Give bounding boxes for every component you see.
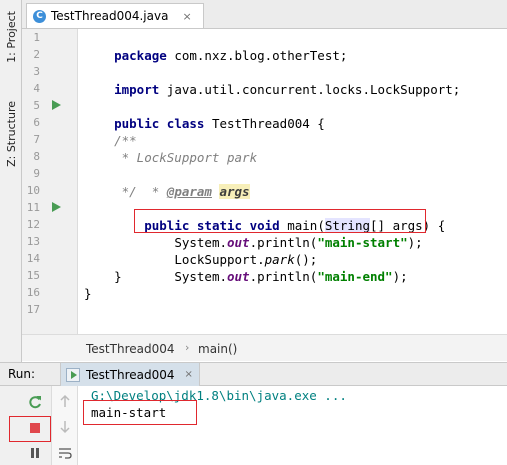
arrow-down-icon <box>60 421 70 434</box>
scroll-up-button[interactable] <box>55 391 75 411</box>
line-number: 12 <box>26 218 40 231</box>
run-tool-window-header: Run: TestThread004 × <box>0 362 507 386</box>
soft-wrap-button[interactable] <box>55 443 75 463</box>
project-tool-tab[interactable]: 1: Project <box>0 4 22 70</box>
code-line: LockSupport.park(); <box>114 252 318 267</box>
structure-tool-tab[interactable]: Z: Structure <box>0 92 22 176</box>
code-line: /** <box>84 133 137 148</box>
highlight-box <box>9 416 51 442</box>
code-line: public class TestThread004 { <box>114 116 325 131</box>
rerun-icon <box>29 396 41 409</box>
breadcrumb-class[interactable]: TestThread004 <box>86 342 175 356</box>
console-toolbar <box>52 386 78 465</box>
line-number: 6 <box>33 116 40 129</box>
line-number: 4 <box>33 82 40 95</box>
code-line: * @param args <box>114 184 250 199</box>
highlight-box <box>83 400 197 425</box>
breadcrumb-separator: › <box>185 341 190 354</box>
line-number: 13 <box>26 235 40 248</box>
left-tool-strip: 1: Project Z: Structure <box>0 0 22 362</box>
run-tab-title: TestThread004 <box>86 367 175 382</box>
highlight-box <box>134 209 426 233</box>
tab-close-icon[interactable]: × <box>182 10 191 23</box>
line-number: 11 <box>26 201 40 214</box>
line-number: 8 <box>33 150 40 163</box>
scroll-down-button[interactable] <box>55 417 75 437</box>
line-number: 5 <box>33 99 40 112</box>
project-tool-tab-label: 1: Project <box>4 11 18 63</box>
line-number: 14 <box>26 252 40 265</box>
line-number: 10 <box>26 184 40 197</box>
line-number: 15 <box>26 269 40 282</box>
pause-button[interactable] <box>25 443 45 463</box>
console-output[interactable]: G:\Develop\jdk1.8\bin\java.exe ... main-… <box>78 386 507 465</box>
arrow-up-icon <box>60 394 70 407</box>
breadcrumb-method[interactable]: main() <box>198 342 237 356</box>
line-number: 7 <box>33 133 40 146</box>
editor-tab-title: TestThread004.java <box>51 9 169 23</box>
soft-wrap-icon <box>59 448 72 459</box>
run-label: Run: <box>8 367 36 381</box>
run-main-icon[interactable] <box>52 202 61 212</box>
editor-tab[interactable]: C TestThread004.java × <box>26 3 204 28</box>
editor-tab-bar: C TestThread004.java × <box>22 0 507 29</box>
code-line: package com.nxz.blog.otherTest; <box>114 48 348 63</box>
structure-tool-tab-label: Z: Structure <box>4 101 18 167</box>
pause-icon <box>31 448 39 458</box>
code-line: import java.util.concurrent.locks.LockSu… <box>114 82 461 97</box>
code-line: } <box>84 269 122 284</box>
run-class-icon[interactable] <box>52 100 61 110</box>
run-tab-close-icon[interactable]: × <box>185 369 193 380</box>
code-line: * LockSupport park <box>84 150 258 165</box>
code-editor[interactable]: package com.nxz.blog.otherTest; import j… <box>78 29 507 334</box>
breadcrumb: TestThread004 › main() <box>22 334 507 361</box>
editor-gutter: 1 2 3 4 5 6 7 8 9 10 11 12 13 14 15 16 1… <box>22 29 104 334</box>
run-toolbar <box>0 386 52 465</box>
line-number: 2 <box>33 48 40 61</box>
java-class-icon: C <box>33 9 46 23</box>
run-config-icon <box>66 367 80 382</box>
code-line: */ <box>84 184 137 199</box>
rerun-button[interactable] <box>25 392 45 412</box>
code-line: System.out.println("main-end"); <box>114 269 408 284</box>
line-number: 17 <box>26 303 40 316</box>
line-number: 9 <box>33 167 40 180</box>
line-number: 16 <box>26 286 40 299</box>
line-number: 1 <box>33 31 40 44</box>
code-line: } <box>84 286 92 301</box>
line-number: 3 <box>33 65 40 78</box>
run-tab[interactable]: TestThread004 × <box>60 363 200 386</box>
